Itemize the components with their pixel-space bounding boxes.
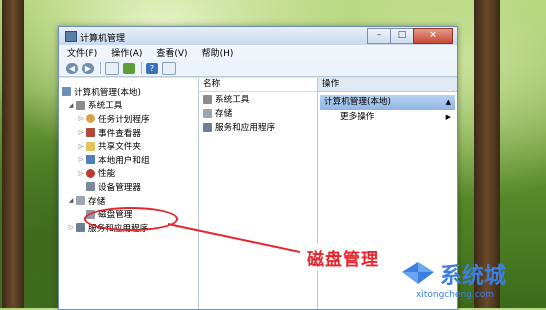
list-item[interactable]: 系统工具 — [199, 92, 317, 106]
storage-icon — [76, 196, 85, 206]
collapse-arrow-icon[interactable]: ◢ — [67, 197, 75, 204]
expand-arrow-icon[interactable]: ▷ — [77, 156, 85, 163]
tree-node-root[interactable]: 计算机管理(本地) — [59, 85, 198, 99]
submenu-arrow-icon: ▶ — [445, 113, 451, 121]
tree-node-task-scheduler[interactable]: ▷ 任务计划程序 — [59, 112, 198, 126]
window-title: 计算机管理 — [80, 34, 126, 44]
collapse-triangle-icon[interactable]: ▲ — [446, 95, 451, 110]
maximize-button[interactable]: □ — [390, 28, 414, 44]
more-actions-item[interactable]: 更多操作 ▶ — [318, 110, 457, 124]
annotation-label: 磁盘管理 — [303, 244, 383, 270]
computer-icon — [62, 87, 71, 97]
menu-help[interactable]: 帮助(H) — [202, 46, 234, 59]
toolbar-separator — [100, 62, 101, 74]
tree-label: 设备管理器 — [98, 182, 141, 193]
details-list: 名称 系统工具 存储 服务和应用程序 — [199, 78, 318, 309]
users-icon — [86, 155, 95, 165]
console-tree: 计算机管理(本地) ◢ 系统工具 ▷ 任务计划程序 ▷ 事件查看器 ▷ 共享文件… — [59, 78, 199, 309]
list-item-label: 服务和应用程序 — [215, 123, 276, 133]
actions-header: 操作 — [318, 78, 457, 92]
event-viewer-icon — [86, 128, 95, 138]
more-actions-label: 更多操作 — [340, 112, 375, 122]
tree-label: 共享文件夹 — [98, 142, 141, 153]
tree-label: 本地用户和组 — [98, 155, 150, 166]
tree-node-performance[interactable]: ▷ 性能 — [59, 167, 198, 181]
menu-action[interactable]: 操作(A) — [111, 46, 142, 59]
expand-arrow-icon[interactable]: ▷ — [77, 129, 85, 136]
tree-label: 系统工具 — [88, 101, 123, 112]
storage-icon — [203, 108, 212, 118]
tree-node-device-manager[interactable]: 设备管理器 — [59, 180, 198, 194]
watermark-text: 系统城 — [440, 264, 507, 289]
services-icon — [76, 223, 85, 233]
back-arrow-icon[interactable]: ◀ — [66, 62, 78, 74]
services-icon — [203, 122, 212, 132]
column-header-name[interactable]: 名称 — [199, 78, 317, 92]
tree-node-system-tools[interactable]: ◢ 系统工具 — [59, 99, 198, 113]
tree-node-event-viewer[interactable]: ▷ 事件查看器 — [59, 126, 198, 140]
tree-label: 事件查看器 — [98, 128, 141, 139]
tree-node-local-users[interactable]: ▷ 本地用户和组 — [59, 153, 198, 167]
tree-label: 性能 — [98, 169, 116, 180]
export-list-icon[interactable] — [123, 62, 135, 74]
tree-label: 计算机管理(本地) — [74, 87, 141, 98]
properties-icon[interactable] — [162, 61, 176, 75]
tree-label: 存储 — [88, 196, 106, 207]
toolbar-separator — [141, 62, 142, 74]
expand-arrow-icon[interactable]: ▷ — [67, 224, 75, 231]
tools-icon — [76, 100, 85, 110]
shared-folder-icon — [86, 141, 95, 151]
watermark-logo-icon — [402, 262, 434, 284]
list-item[interactable]: 服务和应用程序 — [199, 120, 317, 134]
actions-section-label: 计算机管理(本地) — [324, 97, 391, 107]
watermark-url: xitongcheng.com — [416, 290, 494, 300]
tools-icon — [203, 94, 212, 104]
tree-node-storage[interactable]: ◢ 存储 — [59, 194, 198, 208]
list-item-label: 存储 — [215, 109, 233, 119]
menu-bar: 文件(F) 操作(A) 查看(V) 帮助(H) — [59, 45, 457, 60]
expand-arrow-icon[interactable]: ▷ — [77, 115, 85, 122]
expand-arrow-icon[interactable]: ▷ — [77, 143, 85, 150]
toolbar: ◀ ▶ ? — [59, 60, 457, 77]
tree-trunk-left — [2, 0, 24, 308]
menu-file[interactable]: 文件(F) — [67, 46, 97, 59]
clock-icon — [86, 114, 95, 124]
expand-arrow-icon[interactable]: ▷ — [77, 170, 85, 177]
list-item[interactable]: 存储 — [199, 106, 317, 120]
collapse-arrow-icon[interactable]: ◢ — [67, 102, 75, 109]
menu-view[interactable]: 查看(V) — [156, 46, 187, 59]
computer-management-app-icon — [65, 31, 77, 42]
window-controls: – □ × — [367, 28, 453, 44]
annotation-highlight-ellipse — [84, 207, 178, 231]
tree-node-shared-folders[interactable]: ▷ 共享文件夹 — [59, 139, 198, 153]
title-bar: 计算机管理 – □ × — [59, 27, 457, 45]
tree-label: 任务计划程序 — [98, 114, 150, 125]
console-tree-icon[interactable] — [105, 61, 119, 75]
device-manager-icon — [86, 182, 95, 192]
help-icon[interactable]: ? — [146, 62, 158, 74]
minimize-button[interactable]: – — [367, 28, 391, 44]
performance-icon — [86, 168, 95, 178]
close-button[interactable]: × — [413, 28, 453, 44]
actions-section-computer-management[interactable]: 计算机管理(本地) ▲ — [320, 95, 455, 110]
forward-arrow-icon[interactable]: ▶ — [82, 62, 94, 74]
list-item-label: 系统工具 — [215, 95, 250, 105]
